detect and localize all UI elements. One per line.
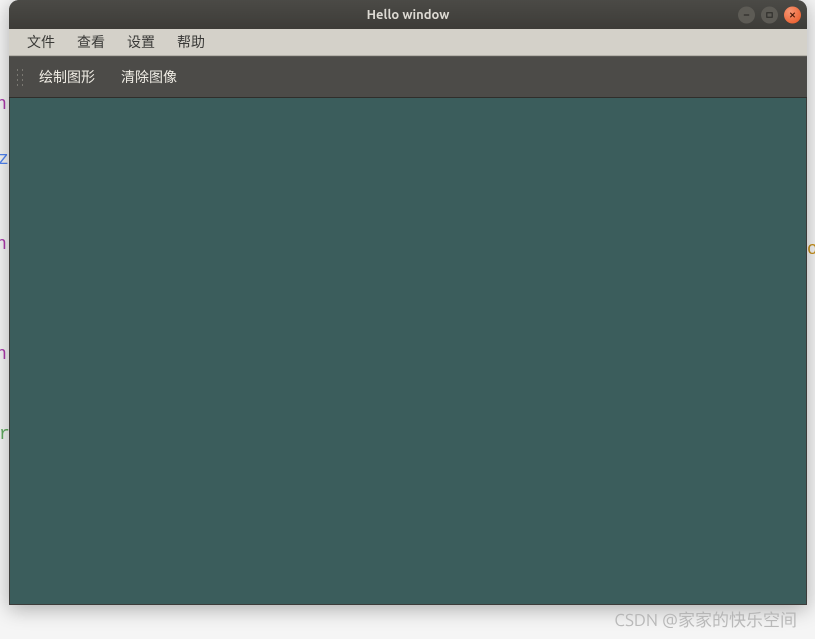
maximize-icon xyxy=(765,10,774,19)
menu-bar: 文件 查看 设置 帮助 xyxy=(9,29,807,56)
toolbar: 绘制图形 清除图像 xyxy=(9,56,807,98)
toolbar-grip-icon[interactable] xyxy=(15,65,23,89)
app-window: Hello window 文件 查看 设置 帮助 绘制图形 清除图像 xyxy=(9,0,807,605)
menu-help[interactable]: 帮助 xyxy=(167,29,215,55)
watermark: CSDN @家家的快乐空间 xyxy=(614,606,797,631)
close-button[interactable] xyxy=(784,6,801,23)
title-bar[interactable]: Hello window xyxy=(9,0,807,29)
menu-settings[interactable]: 设置 xyxy=(117,29,165,55)
menu-view[interactable]: 查看 xyxy=(67,29,115,55)
minimize-button[interactable] xyxy=(738,6,755,23)
draw-shape-button[interactable]: 绘制图形 xyxy=(29,62,105,92)
close-icon xyxy=(788,10,797,19)
window-title: Hello window xyxy=(367,8,450,22)
minimize-icon xyxy=(742,10,751,19)
maximize-button[interactable] xyxy=(761,6,778,23)
window-controls xyxy=(738,6,801,23)
clear-image-button[interactable]: 清除图像 xyxy=(111,62,187,92)
menu-file[interactable]: 文件 xyxy=(17,29,65,55)
canvas-area[interactable] xyxy=(10,98,806,604)
